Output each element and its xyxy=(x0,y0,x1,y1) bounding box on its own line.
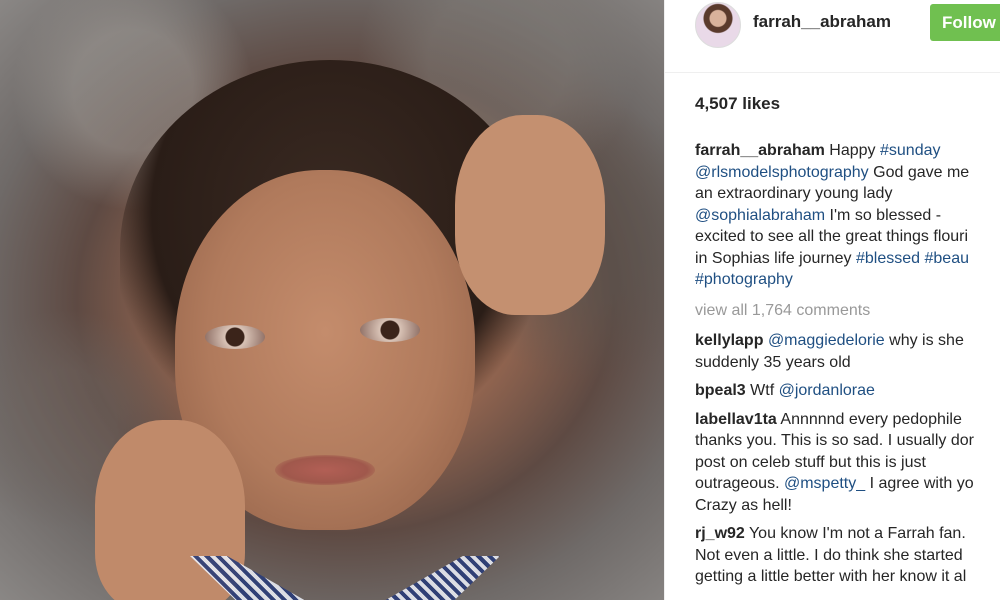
caption-text: an extraordinary young lady xyxy=(695,185,893,202)
mention-sophialabraham[interactable]: @sophialabraham xyxy=(695,207,825,224)
comment-text: You know I'm not a Farrah fan. xyxy=(748,525,966,542)
photo-right-eye xyxy=(360,318,420,342)
caption-text: in Sophias life journey xyxy=(695,249,852,267)
photo-mouth xyxy=(275,455,375,485)
likes-count[interactable]: 4,507 likes xyxy=(695,94,780,114)
post-photo[interactable] xyxy=(0,0,664,600)
comment-text: suddenly 35 years old xyxy=(695,353,851,371)
comment-text: why is she xyxy=(889,332,964,349)
comment: rj_w92 You know I'm not a Farrah fan. No… xyxy=(695,523,1000,588)
comment: labellav1ta Annnnnd every pedophile than… xyxy=(695,409,1000,517)
caption: farrah__abraham Happy #sunday @rlsmodels… xyxy=(695,140,1000,291)
hashtag-photography[interactable]: #photography xyxy=(695,271,793,288)
caption-text: I'm so blessed - xyxy=(829,206,942,224)
caption-username[interactable]: farrah__abraham xyxy=(695,142,825,159)
hashtag-sunday[interactable]: #sunday xyxy=(880,142,941,159)
comment-text: post on celeb stuff but this is just xyxy=(695,453,926,471)
comment-username[interactable]: rj_w92 xyxy=(695,525,745,542)
caption-text: Happy xyxy=(829,142,876,159)
comment-text: Crazy as hell! xyxy=(695,496,792,514)
comment: kellylapp @maggiedelorie why is she sudd… xyxy=(695,330,1000,373)
comment-username[interactable]: kellylapp xyxy=(695,332,763,349)
comment: bpeal3 Wtf @jordanlorae xyxy=(695,380,1000,402)
comment-username[interactable]: labellav1ta xyxy=(695,411,777,428)
avatar[interactable] xyxy=(695,2,741,48)
mention-rlsmodelsphotography[interactable]: @rlsmodelsphotography xyxy=(695,164,869,181)
comment-username[interactable]: bpeal3 xyxy=(695,382,746,399)
follow-button[interactable]: Follow xyxy=(930,4,1000,41)
hashtag-blessed[interactable]: #blessed xyxy=(856,250,920,267)
comment-text: Wtf xyxy=(750,382,775,399)
comment-text: Annnnnd every pedophile xyxy=(780,410,962,428)
comment-text: I agree with yo xyxy=(869,475,974,492)
comment-text: thanks you. This is so sad. I usually do… xyxy=(695,432,974,449)
view-all-comments-link[interactable]: view all 1,764 comments xyxy=(695,300,1000,322)
caption-text: excited to see all the great things flou… xyxy=(695,228,969,245)
comment-mention[interactable]: @jordanlorae xyxy=(779,382,875,399)
comment-mention[interactable]: @mspetty_ xyxy=(784,475,865,492)
post-side-panel: farrah__abraham Follow 4,507 likes farra… xyxy=(664,0,1000,600)
comment-mention[interactable]: @maggiedelorie xyxy=(768,332,885,349)
post-username[interactable]: farrah__abraham xyxy=(753,12,891,32)
comment-text: getting a little better with her know it… xyxy=(695,568,967,585)
photo-left-eye xyxy=(205,325,265,349)
comment-text: outrageous. xyxy=(695,475,780,492)
post-header: farrah__abraham Follow xyxy=(665,0,1000,73)
comments-section: farrah__abraham Happy #sunday @rlsmodels… xyxy=(695,140,1000,588)
caption-text: God gave me xyxy=(873,163,970,181)
comment-text: Not even a little. I do think she starte… xyxy=(695,546,963,564)
photo-right-hand xyxy=(455,115,605,315)
hashtag-beau[interactable]: #beau xyxy=(925,250,970,267)
